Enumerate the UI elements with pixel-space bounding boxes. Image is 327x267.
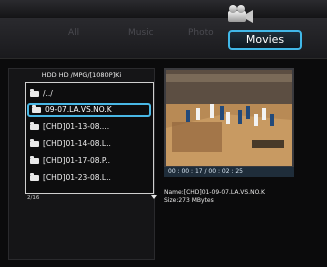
- playback-time: 00 : 00 : 17 / 00 : 02 : 25: [164, 167, 294, 177]
- video-file-icon: [32, 105, 41, 113]
- file-browser-panel: HDD HD /MPG/[1080P]Ki /../ 09-07.LA.VS.N…: [8, 68, 157, 260]
- list-item[interactable]: [CHD]01-13-08....: [27, 120, 151, 134]
- tab-music[interactable]: Music: [128, 28, 154, 38]
- top-bar: [0, 0, 327, 18]
- list-item-parent-folder[interactable]: /../: [27, 87, 151, 101]
- file-size: Size:273 MBytes: [164, 197, 214, 204]
- tab-movies[interactable]: Movies: [228, 30, 302, 50]
- folder-icon: [30, 89, 39, 97]
- file-info: Name:[CHD]01-09-07.LA.VS.NO.K Size:273 M…: [164, 189, 324, 205]
- list-item[interactable]: [CHD]01-14-08.L..: [27, 137, 151, 151]
- video-file-icon: [30, 122, 39, 130]
- video-file-icon: [30, 139, 39, 147]
- video-preview: [164, 68, 294, 168]
- list-item[interactable]: [CHD]01-23-08.L..: [27, 171, 151, 185]
- tab-all[interactable]: All: [68, 28, 79, 38]
- media-tab-strip: All Music Photo Movies: [0, 18, 327, 59]
- file-list[interactable]: /../ 09-07.LA.VS.NO.K [CHD]01-13-08.... …: [25, 82, 154, 194]
- basketball-scene-image: [166, 70, 292, 166]
- list-item-selected[interactable]: 09-07.LA.VS.NO.K: [27, 103, 151, 117]
- video-camera-icon: [228, 5, 253, 23]
- list-item[interactable]: [CHD]01-17-08.P..: [27, 154, 151, 168]
- tab-photo[interactable]: Photo: [188, 28, 214, 38]
- file-name: Name:[CHD]01-09-07.LA.VS.NO.K: [164, 189, 265, 196]
- header-divider: [0, 58, 327, 59]
- video-file-icon: [30, 156, 39, 164]
- scroll-down-arrow-icon[interactable]: [151, 195, 157, 199]
- current-path: HDD HD /MPG/[1080P]Ki: [41, 71, 122, 79]
- video-file-icon: [30, 173, 39, 181]
- page-indicator: 2/16: [27, 195, 40, 201]
